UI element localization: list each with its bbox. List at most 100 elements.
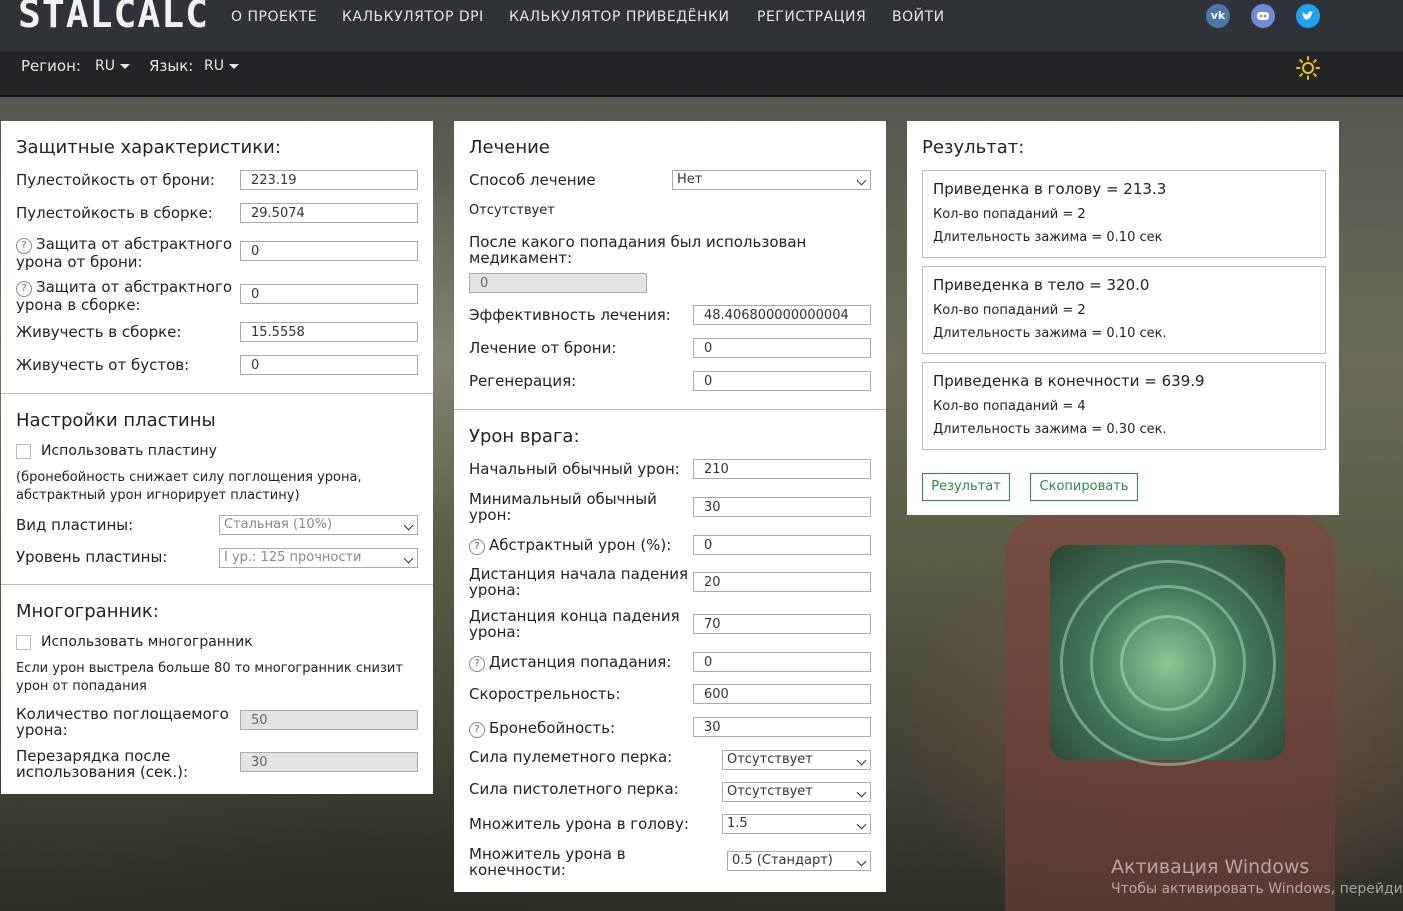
help-icon[interactable]: ? [469, 656, 485, 672]
result-button[interactable]: Результат [922, 473, 1010, 501]
help-icon[interactable]: ? [16, 281, 32, 297]
nav-login[interactable]: ВОЙТИ [892, 9, 945, 25]
use-polyhedron-checkbox[interactable] [16, 635, 31, 650]
plate-note: (бронебойность снижает силу поглощения у… [16, 470, 362, 503]
hit-dist-label: ? Дистанция попадания: [469, 654, 671, 672]
plate-type-label: Вид пластины: [16, 516, 134, 534]
polyhedron-title: Многогранник: [16, 601, 159, 622]
after-hit-input[interactable]: 0 [469, 273, 647, 293]
build-abstract-input[interactable]: 0 [240, 284, 418, 304]
absorb-input[interactable]: 50 [240, 710, 418, 730]
chevron-down-icon [228, 63, 239, 69]
help-icon[interactable]: ? [469, 539, 485, 555]
windows-activation-title: Активация Windows [1111, 856, 1310, 878]
result-body-hits: Кол-во попаданий = 2 [933, 303, 1086, 318]
top-navbar: STALCALC О ПРОЕКТЕ КАЛЬКУЛЯТОР DPI КАЛЬК… [0, 0, 1403, 51]
polyhedron-note: Если урон выстрела больше 80 то многогра… [16, 661, 403, 694]
chevron-down-icon [856, 175, 867, 186]
build-bullet-input[interactable]: 29.5074 [240, 203, 418, 223]
help-icon[interactable]: ? [16, 238, 32, 254]
divider [454, 409, 886, 410]
heal-method-select[interactable]: Нет [672, 170, 871, 190]
language-dropdown[interactable]: RU [204, 58, 239, 74]
chevron-down-icon [119, 63, 130, 69]
plate-level-select[interactable]: I ур.: 125 прочности [219, 548, 418, 568]
pistol-perk-label: Сила пистолетного перка: [469, 780, 679, 798]
use-polyhedron-label: Использовать многогранник [41, 634, 253, 650]
armor-bullet-label: Пулестойкость от брони: [16, 171, 215, 189]
limb-mult-select[interactable]: 0.5 (Стандарт) [727, 851, 871, 871]
boost-vitality-label: Живучесть от бустов: [16, 356, 190, 374]
penetration-input[interactable]: 30 [693, 717, 871, 737]
heal-absent-text: Отсутствует [469, 203, 555, 218]
result-body-title: Приведенка в тело = 320.0 [933, 276, 1150, 294]
windows-activation-text: Чтобы активировать Windows, перейдите [1111, 881, 1403, 897]
head-mult-select[interactable]: 1.5 [722, 814, 871, 834]
hit-dist-input[interactable]: 0 [693, 652, 871, 672]
mg-perk-label: Сила пулеметного перка: [469, 748, 673, 766]
heal-title: Лечение [469, 137, 550, 158]
result-head-hold: Длительность зажима = 0.10 сек [933, 230, 1163, 245]
chevron-down-icon [403, 553, 414, 564]
divider [1, 584, 433, 585]
plate-type-select[interactable]: Стальная (10%) [219, 515, 418, 535]
use-plate-label: Использовать пластину [41, 443, 217, 459]
fall-end-label: Дистанция конца падения урона: [469, 607, 680, 641]
armor-bullet-input[interactable]: 223.19 [240, 170, 418, 190]
chevron-down-icon [856, 755, 867, 766]
vk-icon[interactable]: vk [1206, 4, 1230, 28]
result-body-hold: Длительность зажима = 0.10 сек. [933, 326, 1167, 341]
regen-input[interactable]: 0 [693, 371, 871, 391]
init-dmg-label: Начальный обычный урон: [469, 460, 680, 478]
nav-dpi-calc[interactable]: КАЛЬКУЛЯТОР DPI [342, 9, 484, 25]
use-plate-checkbox[interactable] [16, 444, 31, 459]
abstract-dmg-input[interactable]: 0 [693, 535, 871, 555]
fall-end-input[interactable]: 70 [693, 614, 871, 634]
discord-icon[interactable] [1251, 4, 1275, 28]
build-vitality-input[interactable]: 15.5558 [240, 322, 418, 342]
language-label: Язык: [149, 57, 194, 75]
min-dmg-input[interactable]: 30 [693, 497, 871, 517]
min-dmg-label: Минимальный обычный урон: [469, 490, 657, 524]
heal-method-label: Способ лечение [469, 171, 596, 189]
result-head-hits: Кол-во попаданий = 2 [933, 207, 1086, 222]
logo[interactable]: STALCALC [18, 0, 209, 36]
chevron-down-icon [856, 856, 867, 867]
divider [1, 393, 433, 394]
boost-vitality-input[interactable]: 0 [240, 355, 418, 375]
pistol-perk-select[interactable]: Отсутствует [722, 782, 871, 802]
fire-rate-input[interactable]: 600 [693, 684, 871, 704]
plate-title: Настройки пластины [16, 410, 216, 431]
penetration-label: ? Бронебойность: [469, 720, 615, 738]
nav-about[interactable]: О ПРОЕКТЕ [231, 9, 317, 25]
head-mult-label: Множитель урона в голову: [469, 815, 689, 833]
chevron-down-icon [856, 787, 867, 798]
nav-reduced-calc[interactable]: КАЛЬКУЛЯТОР ПРИВЕДЁНКИ [509, 9, 729, 25]
build-vitality-label: Живучесть в сборке: [16, 323, 182, 341]
after-hit-label: После какого попадания был использован м… [469, 233, 807, 267]
armor-heal-label: Лечение от брони: [469, 339, 617, 357]
nav-register[interactable]: РЕГИСТРАЦИЯ [757, 9, 866, 25]
fall-start-input[interactable]: 20 [693, 572, 871, 592]
heal-eff-input[interactable]: 48.406800000000004 [693, 305, 871, 325]
defense-title: Защитные характеристики: [16, 137, 281, 158]
result-head-title: Приведенка в голову = 213.3 [933, 180, 1167, 198]
absorb-label: Количество поглощаемого урона: [16, 705, 229, 739]
build-abstract-label: ? Защита от абстрактного урона в сборке: [16, 278, 233, 314]
init-dmg-input[interactable]: 210 [693, 459, 871, 479]
plate-level-label: Уровень пластины: [16, 548, 168, 566]
reload-input[interactable]: 30 [240, 752, 418, 772]
armor-abstract-input[interactable]: 0 [240, 241, 418, 261]
help-icon[interactable]: ? [469, 722, 485, 738]
chevron-down-icon [856, 819, 867, 830]
region-dropdown[interactable]: RU [95, 58, 130, 74]
copy-button[interactable]: Скопировать [1030, 473, 1138, 501]
build-bullet-label: Пулестойкость в сборке: [16, 204, 213, 222]
background-device-screen [1050, 545, 1285, 766]
chevron-down-icon [403, 520, 414, 531]
armor-heal-input[interactable]: 0 [693, 338, 871, 358]
mg-perk-select[interactable]: Отсутствует [722, 750, 871, 770]
armor-abstract-label: ? Защита от абстрактного урона от брони: [16, 235, 233, 271]
twitter-icon[interactable] [1296, 4, 1320, 28]
sun-icon[interactable] [1296, 56, 1320, 80]
